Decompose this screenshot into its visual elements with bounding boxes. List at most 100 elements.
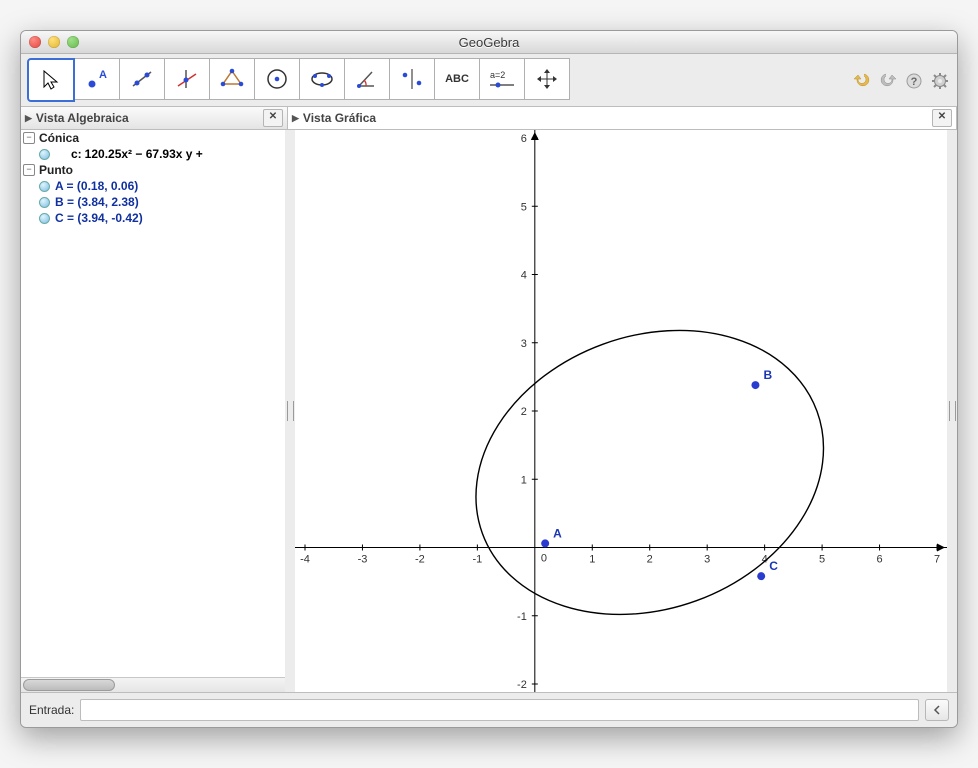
y-tick-label: 5 <box>521 201 527 213</box>
input-bar: Entrada: <box>21 692 957 727</box>
minimize-window-button[interactable] <box>48 36 60 48</box>
algebra-view[interactable]: − Cónica c: 120.25x² − 67.93x y + − Punt… <box>21 130 286 677</box>
y-tick-label: 2 <box>521 406 527 418</box>
circle-icon <box>264 66 290 92</box>
grip-icon <box>949 401 956 421</box>
y-tick-label: -1 <box>517 611 527 623</box>
ellipse-icon <box>309 66 335 92</box>
x-tick-label: -3 <box>358 554 368 566</box>
conic-tool[interactable] <box>299 58 345 100</box>
point-B[interactable] <box>751 381 759 389</box>
slider-tool[interactable]: a=2 <box>479 58 525 100</box>
close-window-button[interactable] <box>29 36 41 48</box>
gear-icon <box>932 73 948 89</box>
command-input[interactable] <box>80 699 919 721</box>
disclose-icon: ▶ <box>25 113 32 124</box>
object-text: C = (3.94, -0.42) <box>55 211 143 225</box>
tool-group: A ABC <box>27 58 569 102</box>
window-title: GeoGebra <box>21 35 957 50</box>
help-icon: ? <box>906 73 922 89</box>
polygon-tool[interactable] <box>209 58 255 100</box>
reflect-tool[interactable] <box>389 58 435 100</box>
settings-button[interactable] <box>929 71 951 91</box>
conic-ellipse[interactable] <box>436 283 864 661</box>
algebra-object[interactable]: C = (3.94, -0.42) <box>21 210 285 226</box>
graphics-view[interactable]: -4-3-2-11234567-2-11234560ABC <box>295 130 947 692</box>
x-tick-label: 1 <box>589 554 595 566</box>
main-body: − Cónica c: 120.25x² − 67.93x y + − Punt… <box>21 130 957 692</box>
y-tick-label: 6 <box>521 133 527 145</box>
graphics-close-button[interactable]: ✕ <box>932 109 952 127</box>
visibility-toggle[interactable] <box>39 213 50 224</box>
svg-text:?: ? <box>911 76 918 88</box>
line-tool[interactable] <box>119 58 165 100</box>
point-label-C: C <box>769 559 778 573</box>
x-tick-label: -4 <box>300 554 310 566</box>
point-tool[interactable]: A <box>74 58 120 100</box>
chart-canvas[interactable]: -4-3-2-11234567-2-11234560ABC <box>295 130 947 692</box>
undo-button[interactable] <box>851 69 873 89</box>
angle-icon <box>354 66 380 92</box>
redo-button[interactable] <box>877 69 899 89</box>
arrow-icon <box>531 132 539 140</box>
x-tick-label: 3 <box>704 554 710 566</box>
origin-label: 0 <box>541 553 547 565</box>
chevron-left-icon <box>931 704 943 716</box>
x-tick-label: 6 <box>876 554 882 566</box>
angle-tool[interactable] <box>344 58 390 100</box>
algebra-h-scrollbar[interactable] <box>21 677 285 692</box>
line-icon <box>129 66 155 92</box>
help-button[interactable]: ? <box>903 71 925 91</box>
x-tick-label: 7 <box>934 554 940 566</box>
object-text: B = (3.84, 2.38) <box>55 195 139 209</box>
point-A[interactable] <box>541 539 549 547</box>
point-label-A: A <box>553 526 562 540</box>
window-controls <box>29 36 79 48</box>
visibility-toggle[interactable] <box>39 181 50 192</box>
circle-tool[interactable] <box>254 58 300 100</box>
y-tick-label: 3 <box>521 338 527 350</box>
algebra-column: − Cónica c: 120.25x² − 67.93x y + − Punt… <box>21 130 285 692</box>
move-arrows-icon <box>534 66 560 92</box>
right-panel-toggle[interactable] <box>947 130 957 692</box>
scroll-thumb[interactable] <box>23 679 115 691</box>
graphics-panel-title: Vista Gráfica <box>303 111 376 125</box>
algebra-object[interactable]: A = (0.18, 0.06) <box>21 178 285 194</box>
graphics-panel-header[interactable]: ▶ Vista Gráfica ✕ <box>288 107 957 129</box>
algebra-category[interactable]: − Cónica <box>21 130 285 146</box>
move-view-tool[interactable] <box>524 58 570 100</box>
y-tick-label: -2 <box>517 679 527 691</box>
algebra-panel-title: Vista Algebraica <box>36 111 129 125</box>
algebra-close-button[interactable]: ✕ <box>263 109 283 127</box>
perpendicular-tool[interactable] <box>164 58 210 100</box>
x-tick-label: -2 <box>415 554 425 566</box>
visibility-toggle[interactable] <box>39 197 50 208</box>
redo-icon <box>879 71 897 87</box>
grip-icon <box>287 401 294 421</box>
arrow-icon <box>937 544 945 552</box>
panel-splitter[interactable] <box>285 130 295 692</box>
object-text: A = (0.18, 0.06) <box>55 179 138 193</box>
perpendicular-icon <box>174 66 200 92</box>
category-label: Punto <box>39 163 73 177</box>
algebra-object[interactable]: B = (3.84, 2.38) <box>21 194 285 210</box>
zoom-window-button[interactable] <box>67 36 79 48</box>
move-tool[interactable] <box>27 58 75 102</box>
algebra-object[interactable]: c: 120.25x² − 67.93x y + <box>21 146 285 162</box>
y-tick-label: 4 <box>521 270 527 282</box>
collapse-icon[interactable]: − <box>23 132 35 144</box>
collapse-icon[interactable]: − <box>23 164 35 176</box>
point-icon: A <box>84 66 110 92</box>
object-prefix: c: <box>71 147 82 161</box>
svg-text:A: A <box>99 69 107 81</box>
algebra-category[interactable]: − Punto <box>21 162 285 178</box>
object-text: 120.25x² − 67.93x y + <box>85 147 203 161</box>
visibility-toggle[interactable] <box>39 149 50 160</box>
polygon-icon <box>219 66 245 92</box>
svg-text:a=2: a=2 <box>490 70 505 80</box>
algebra-panel-header[interactable]: ▶ Vista Algebraica ✕ <box>21 107 288 129</box>
input-history-button[interactable] <box>925 699 949 721</box>
text-tool[interactable]: ABC <box>434 58 480 100</box>
point-C[interactable] <box>757 572 765 580</box>
slider-icon: a=2 <box>484 66 520 92</box>
